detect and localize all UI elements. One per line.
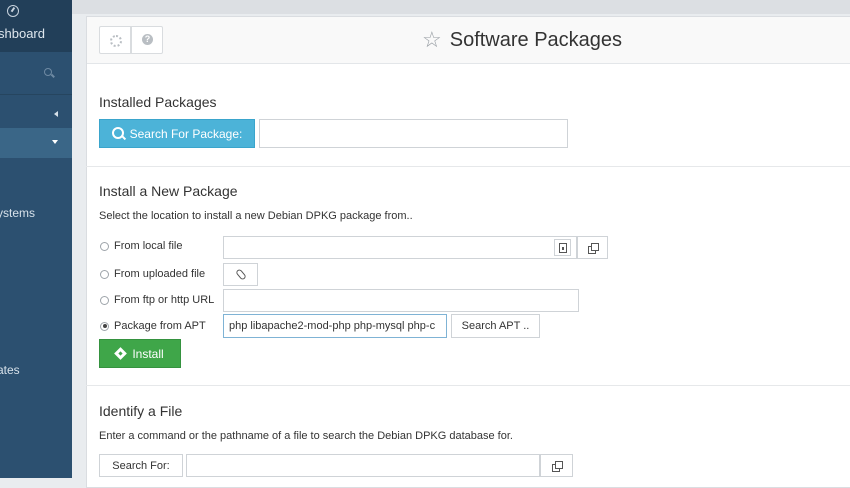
package-icon [114,347,128,360]
search-for-label-button: Search For: [99,454,183,477]
help-icon: ? [142,34,153,45]
panel-header: ? ☆ Software Packages [87,17,850,64]
title-wrap: ☆ Software Packages [422,27,622,53]
installed-packages-title: Installed Packages [99,94,217,110]
install-button[interactable]: Install [99,339,181,368]
local-file-browse-button[interactable] [577,236,608,259]
sidebar-menu-expanded[interactable] [0,128,72,158]
radio-label-ftp-url: From ftp or http URL [114,294,215,306]
radio-local-file[interactable]: From local file [100,240,182,252]
sidebar-item-dashboard: shboard [0,26,45,41]
paperclip-icon [234,268,247,281]
identify-file-description: Enter a command or the pathname of a fil… [99,430,513,442]
gear-icon [110,35,122,47]
apt-package-input[interactable] [223,314,447,338]
search-icon [44,68,52,76]
radio-button[interactable] [100,295,109,305]
url-input[interactable] [223,289,579,312]
identify-search-input[interactable] [186,454,540,477]
file-chooser-button[interactable] [554,239,571,256]
settings-button[interactable] [99,26,131,54]
package-search-input[interactable] [259,119,568,148]
radio-package-apt[interactable]: Package from APT [100,320,206,332]
radio-ftp-url[interactable]: From ftp or http URL [100,294,214,306]
divider [86,166,850,167]
radio-button[interactable] [100,269,109,279]
search-for-package-label: Search For Package: [129,126,243,141]
page-title: Software Packages [449,28,623,51]
dashboard-icon [7,5,19,17]
search-for-package-button[interactable]: Search For Package: [99,119,255,148]
sidebar: shboard ystems ates [0,0,72,478]
radio-button[interactable] [100,241,109,251]
radio-uploaded-file[interactable]: From uploaded file [100,268,205,280]
star-icon[interactable]: ☆ [422,29,442,51]
search-icon [111,126,124,139]
sidebar-menu-collapsed[interactable] [0,99,72,129]
copy-icon [588,243,599,254]
help-button[interactable]: ? [131,26,163,54]
radio-label-uploaded-file: From uploaded file [114,268,206,280]
sidebar-item-updates[interactable]: ates [0,363,20,377]
upload-file-button[interactable] [223,263,258,286]
copy-icon [552,461,563,472]
install-button-label: Install [132,346,164,361]
file-icon [558,242,567,253]
radio-button-selected[interactable] [100,321,109,331]
local-file-input[interactable] [223,236,577,259]
top-strip [72,0,850,14]
chevron-down-icon [52,140,58,144]
identify-browse-button[interactable] [540,454,573,477]
divider [86,385,850,386]
sidebar-item-systems[interactable]: ystems [0,206,35,220]
search-apt-button[interactable]: Search APT .. [451,314,540,338]
radio-label-package-apt: Package from APT [114,320,206,332]
identify-file-title: Identify a File [99,403,183,419]
install-new-package-title: Install a New Package [99,183,238,199]
chevron-left-icon [54,111,58,117]
sidebar-dashboard-link[interactable]: shboard [0,0,72,52]
sidebar-search[interactable] [0,52,72,95]
install-new-package-description: Select the location to install a new Deb… [99,210,413,222]
radio-label-local-file: From local file [114,240,183,252]
